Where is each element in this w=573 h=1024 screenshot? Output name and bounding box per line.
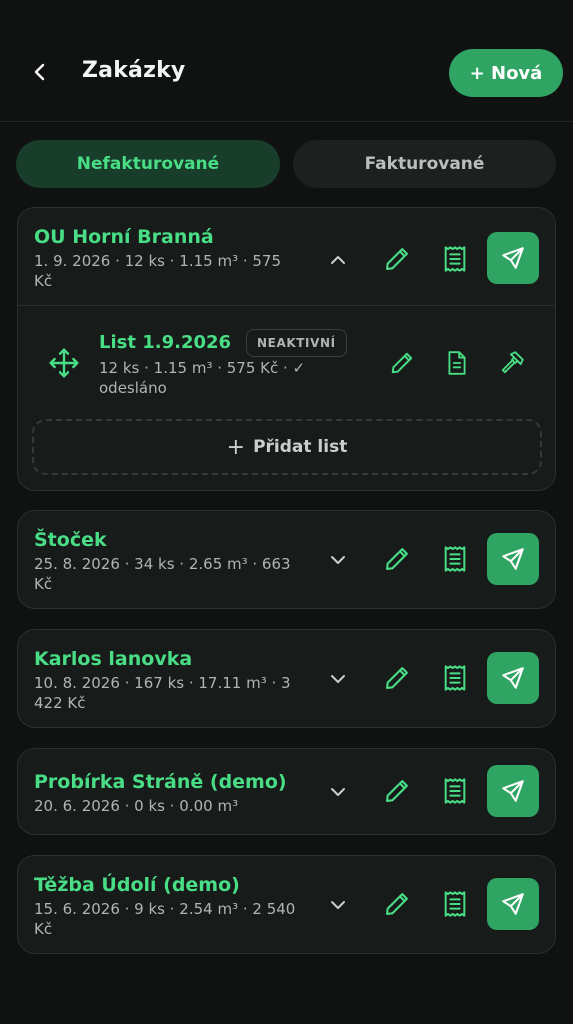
pencil-icon[interactable] — [385, 346, 419, 380]
order-name: Těžba Údolí (demo) — [34, 874, 240, 896]
tab-unbilled[interactable]: Nefakturované — [16, 140, 280, 188]
new-order-button[interactable]: + Nová — [449, 49, 563, 97]
order-card: Probírka Stráně (demo) 20. 6. 2026 · 0 k… — [17, 748, 556, 835]
send-button[interactable] — [487, 232, 539, 284]
order-name: Probírka Stráně (demo) — [34, 771, 287, 793]
move-icon[interactable] — [47, 346, 81, 380]
order-card: Štoček 25. 8. 2026 · 34 ks · 2.65 m³ · 6… — [17, 510, 556, 609]
status-badge: NEAKTIVNÍ — [246, 329, 347, 357]
order-name: OU Horní Branná — [34, 226, 214, 248]
send-button[interactable] — [487, 765, 539, 817]
chevron-down-icon[interactable] — [321, 662, 355, 696]
order-meta: 20. 6. 2026 · 0 ks · 0.00 m³ — [34, 797, 239, 815]
receipt-icon[interactable] — [438, 774, 472, 808]
order-meta: 1. 9. 2026 · 12 ks · 1.15 m³ · 575 Kč — [34, 252, 282, 290]
plus-icon: + — [226, 434, 246, 460]
send-icon — [502, 893, 524, 915]
order-meta: 15. 6. 2026 · 9 ks · 2.54 m³ · 2 540 Kč — [34, 900, 296, 938]
order-name: Karlos lanovka — [34, 648, 193, 670]
chevron-left-icon[interactable] — [26, 58, 54, 86]
chevron-down-icon[interactable] — [321, 888, 355, 922]
send-icon — [502, 247, 524, 269]
receipt-icon[interactable] — [438, 887, 472, 921]
add-sheet-label: Přidat list — [253, 437, 348, 457]
divider — [18, 305, 555, 306]
tab-billed[interactable]: Fakturované — [293, 140, 556, 188]
page-title: Zakázky — [82, 58, 186, 83]
send-icon — [502, 548, 524, 570]
sheet-meta: 12 ks · 1.15 m³ · 575 Kč · ✓ odesláno — [99, 359, 306, 397]
app-header: Zakázky + Nová — [0, 0, 573, 122]
chevron-down-icon[interactable] — [321, 775, 355, 809]
order-name: Štoček — [34, 529, 107, 551]
order-meta: 25. 8. 2026 · 34 ks · 2.65 m³ · 663 Kč — [34, 555, 291, 593]
chevron-up-icon[interactable] — [321, 243, 355, 277]
pencil-icon[interactable] — [380, 661, 414, 695]
pencil-icon[interactable] — [380, 887, 414, 921]
add-sheet-button[interactable]: + Přidat list — [32, 419, 542, 475]
receipt-icon[interactable] — [438, 661, 472, 695]
receipt-icon[interactable] — [438, 242, 472, 276]
orders-screen: Zakázky + Nová Nefakturované Fakturované… — [0, 0, 573, 1024]
send-button[interactable] — [487, 652, 539, 704]
order-meta: 10. 8. 2026 · 167 ks · 17.11 m³ · 3 422 … — [34, 674, 291, 712]
pencil-icon[interactable] — [380, 542, 414, 576]
pencil-icon[interactable] — [380, 774, 414, 808]
hammer-icon[interactable] — [495, 346, 529, 380]
receipt-icon[interactable] — [438, 542, 472, 576]
order-card: OU Horní Branná 1. 9. 2026 · 12 ks · 1.1… — [17, 207, 556, 491]
filter-tabs: Nefakturované Fakturované — [16, 140, 556, 188]
send-icon — [502, 667, 524, 689]
order-card: Karlos lanovka 10. 8. 2026 · 167 ks · 17… — [17, 629, 556, 728]
send-button[interactable] — [487, 878, 539, 930]
chevron-down-icon[interactable] — [321, 543, 355, 577]
send-button[interactable] — [487, 533, 539, 585]
pencil-icon[interactable] — [380, 242, 414, 276]
document-icon[interactable] — [440, 346, 474, 380]
send-icon — [502, 780, 524, 802]
sheet-title[interactable]: List 1.9.2026 — [99, 332, 231, 353]
order-card: Těžba Údolí (demo) 15. 6. 2026 · 9 ks · … — [17, 855, 556, 954]
